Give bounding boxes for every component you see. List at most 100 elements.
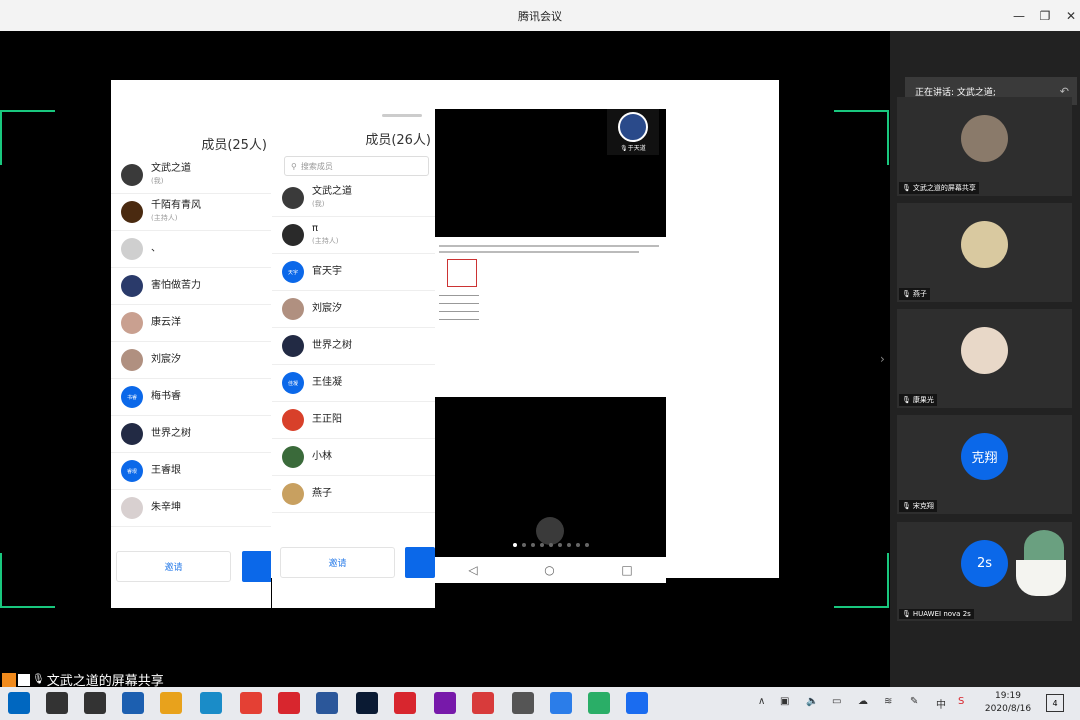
member-row[interactable]: 燕子 (272, 476, 435, 513)
frame-corner-br (834, 553, 889, 608)
blue-action-button[interactable] (242, 551, 271, 582)
recents-nav-icon[interactable]: □ (621, 563, 632, 577)
expand-panel-icon[interactable]: › (880, 352, 885, 366)
member-list: 文武之道 (我) 千陌有青风 (主持人) 、害怕做苦力 康云洋 刘宸汐 书睿 梅书睿 世界之树 睿垠… (111, 157, 271, 527)
mic-icon: 🎙 (902, 290, 911, 298)
member-row[interactable]: 千陌有青风 (主持人) (111, 194, 271, 231)
back-nav-icon[interactable]: ◁ (468, 563, 477, 577)
notification-center-icon[interactable]: 4 (1046, 694, 1064, 712)
member-name: 刘宸汐 (312, 303, 342, 314)
mic-icon: 🎙 (902, 396, 911, 404)
search-icon[interactable] (46, 692, 68, 714)
member-name: 世界之树 (312, 340, 352, 351)
member-avatar (121, 349, 143, 371)
app-dark-icon[interactable] (512, 692, 534, 714)
member-row[interactable]: 世界之树 (272, 328, 435, 365)
member-row[interactable]: 文武之道 (我) (111, 157, 271, 194)
member-row[interactable]: 睿垠 王睿垠 (111, 453, 271, 490)
clock[interactable]: 19:19 2020/8/16 (984, 690, 1032, 716)
minimize-button[interactable]: — (1006, 0, 1032, 31)
member-row[interactable]: π (主持人) (272, 217, 435, 254)
member-row[interactable]: 书睿 梅书睿 (111, 379, 271, 416)
invite-button[interactable]: 邀请 (116, 551, 231, 582)
app-bookmark-icon[interactable] (472, 692, 494, 714)
member-search-input[interactable]: ⚲ 搜索成员 (284, 156, 429, 176)
volume-icon[interactable]: 🔈 (806, 696, 818, 707)
member-row[interactable]: 文武之道 (我) (272, 180, 435, 217)
wps-icon[interactable] (550, 692, 572, 714)
restore-button[interactable]: ❐ (1032, 0, 1058, 31)
app-note-icon[interactable] (394, 692, 416, 714)
member-row[interactable]: 佳凝 王佳凝 (272, 365, 435, 402)
member-name: 千陌有青风 (151, 200, 201, 211)
member-avatar (282, 446, 304, 468)
explorer-icon[interactable] (160, 692, 182, 714)
tray-app-icon[interactable]: ▣ (780, 696, 789, 707)
notification-count: 4 (1052, 698, 1058, 708)
member-row[interactable]: 朱辛坤 (111, 490, 271, 527)
member-avatar (282, 224, 304, 246)
chrome-icon[interactable] (240, 692, 262, 714)
member-row[interactable]: 、 (111, 231, 271, 268)
photoshop-icon[interactable] (356, 692, 378, 714)
member-name: 梅书睿 (151, 391, 181, 402)
member-avatar (121, 497, 143, 519)
word-icon[interactable] (316, 692, 338, 714)
blue-action-button[interactable] (405, 547, 435, 578)
participant-tile[interactable]: 🎙 燕子 (897, 203, 1072, 302)
mic-icon: 🎙 (902, 502, 911, 510)
wifi-icon[interactable]: ≋ (884, 696, 892, 707)
member-row[interactable]: 刘宸汐 (272, 291, 435, 328)
participant-tile[interactable]: 克翔 🎙 宋克翔 (897, 415, 1072, 514)
member-name: 文武之道 (151, 163, 191, 174)
mic-icon: 🎙 (902, 610, 911, 618)
member-avatar (282, 409, 304, 431)
edge-icon[interactable] (200, 692, 222, 714)
app-red-icon[interactable] (278, 692, 300, 714)
task-view-icon[interactable] (84, 692, 106, 714)
member-avatar: 睿垠 (121, 460, 143, 482)
store-icon[interactable] (122, 692, 144, 714)
onenote-icon[interactable] (434, 692, 456, 714)
participant-name: HUAWEI nova 2s (912, 610, 971, 618)
sogou-icon[interactable]: S (958, 696, 964, 707)
home-nav-icon[interactable]: ○ (544, 563, 554, 577)
member-row[interactable]: 小林 (272, 439, 435, 476)
ime-indicator[interactable]: 中 (936, 696, 946, 711)
member-avatar (282, 187, 304, 209)
pen-icon[interactable]: ✎ (910, 696, 918, 707)
wechat-icon[interactable] (588, 692, 610, 714)
member-avatar (121, 423, 143, 445)
member-avatar: 书睿 (121, 386, 143, 408)
member-row[interactable]: 刘宸汐 (111, 342, 271, 379)
tray-expand-icon[interactable]: ∧ (758, 696, 765, 707)
page-dots (513, 543, 593, 549)
reply-icon[interactable]: ↶ (1060, 85, 1069, 98)
member-role: (我) (151, 177, 164, 185)
window-title: 腾讯会议 (518, 9, 562, 23)
participant-tile[interactable]: 🎙 康果光 (897, 309, 1072, 408)
member-row[interactable]: 天宇 官天宇 (272, 254, 435, 291)
member-row[interactable]: 王正阳 (272, 402, 435, 439)
member-row[interactable]: 害怕做苦力 (111, 268, 271, 305)
speaker-avatar (618, 112, 648, 142)
member-name: 康云洋 (151, 317, 181, 328)
screen-share-icon (18, 673, 30, 686)
member-name: 朱辛坤 (151, 502, 181, 513)
invite-button[interactable]: 邀请 (280, 547, 395, 578)
windows-start-icon[interactable] (8, 692, 30, 714)
member-name: 刘宸汐 (151, 354, 181, 365)
tencent-meeting-icon[interactable] (626, 692, 648, 714)
search-icon: ⚲ (291, 161, 297, 171)
close-button[interactable]: ✕ (1058, 0, 1080, 31)
cloud-icon[interactable]: ☁ (858, 696, 868, 707)
member-row[interactable]: 世界之树 (111, 416, 271, 453)
window-controls: — ❐ ✕ (1006, 0, 1080, 31)
participant-label: 🎙 康果光 (899, 394, 937, 406)
member-row[interactable]: 康云洋 (111, 305, 271, 342)
clock-time: 19:19 (995, 691, 1021, 701)
participant-avatar: 2s (961, 540, 1008, 587)
mic-button[interactable] (536, 517, 564, 545)
participant-tile[interactable]: 🎙 文武之道的屏幕共享 (897, 97, 1072, 196)
battery-icon[interactable]: ▭ (832, 696, 841, 707)
